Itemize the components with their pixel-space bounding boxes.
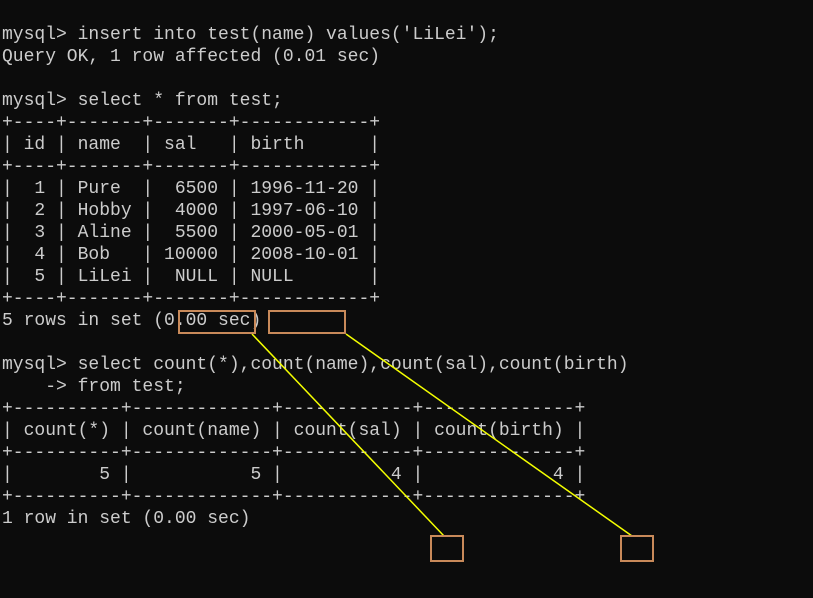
table2-border: +----------+-------------+------------+-… (2, 487, 585, 507)
table1-border: +----+-------+-------+------------+ (2, 157, 380, 177)
table1-row: | 5 | LiLei | NULL | NULL | (2, 267, 380, 287)
table1-row: | 4 | Bob | 10000 | 2008-10-01 | (2, 245, 380, 265)
sql-insert: insert into test(name) values('LiLei'); (67, 25, 499, 45)
table1-border: +----+-------+-------+------------+ (2, 113, 380, 133)
response-insert: Query OK, 1 row affected (0.01 sec) (2, 47, 380, 67)
table2-border: +----------+-------------+------------+-… (2, 399, 585, 419)
table1-row: | 2 | Hobby | 4000 | 1997-06-10 | (2, 201, 380, 221)
table1-row: | 1 | Pure | 6500 | 1996-11-20 | (2, 179, 380, 199)
table2-border: +----------+-------------+------------+-… (2, 443, 585, 463)
sql-select-1: select * from test; (67, 91, 283, 111)
table1-header: | id | name | sal | birth | (2, 135, 380, 155)
sql-select-2a: select count(*),count(name),count(sal),c… (67, 355, 629, 375)
prompt: mysql> (2, 91, 67, 111)
prompt: mysql> (2, 355, 67, 375)
terminal-output: mysql> insert into test(name) values('Li… (0, 0, 813, 532)
count-birth-4-box (620, 535, 654, 562)
table2-header: | count(*) | count(name) | count(sal) | … (2, 421, 585, 441)
rows-in-set-1: 5 rows in set (0.00 sec) (2, 311, 261, 331)
count-sal-4-box (430, 535, 464, 562)
table2-row: | 5 | 5 | 4 | 4 | (2, 465, 585, 485)
continuation-prompt: -> (2, 377, 67, 397)
table1-border: +----+-------+-------+------------+ (2, 289, 380, 309)
prompt: mysql> (2, 25, 67, 45)
rows-in-set-2: 1 row in set (0.00 sec) (2, 509, 250, 529)
table1-row: | 3 | Aline | 5500 | 2000-05-01 | (2, 223, 380, 243)
sql-select-2b: from test; (67, 377, 186, 397)
